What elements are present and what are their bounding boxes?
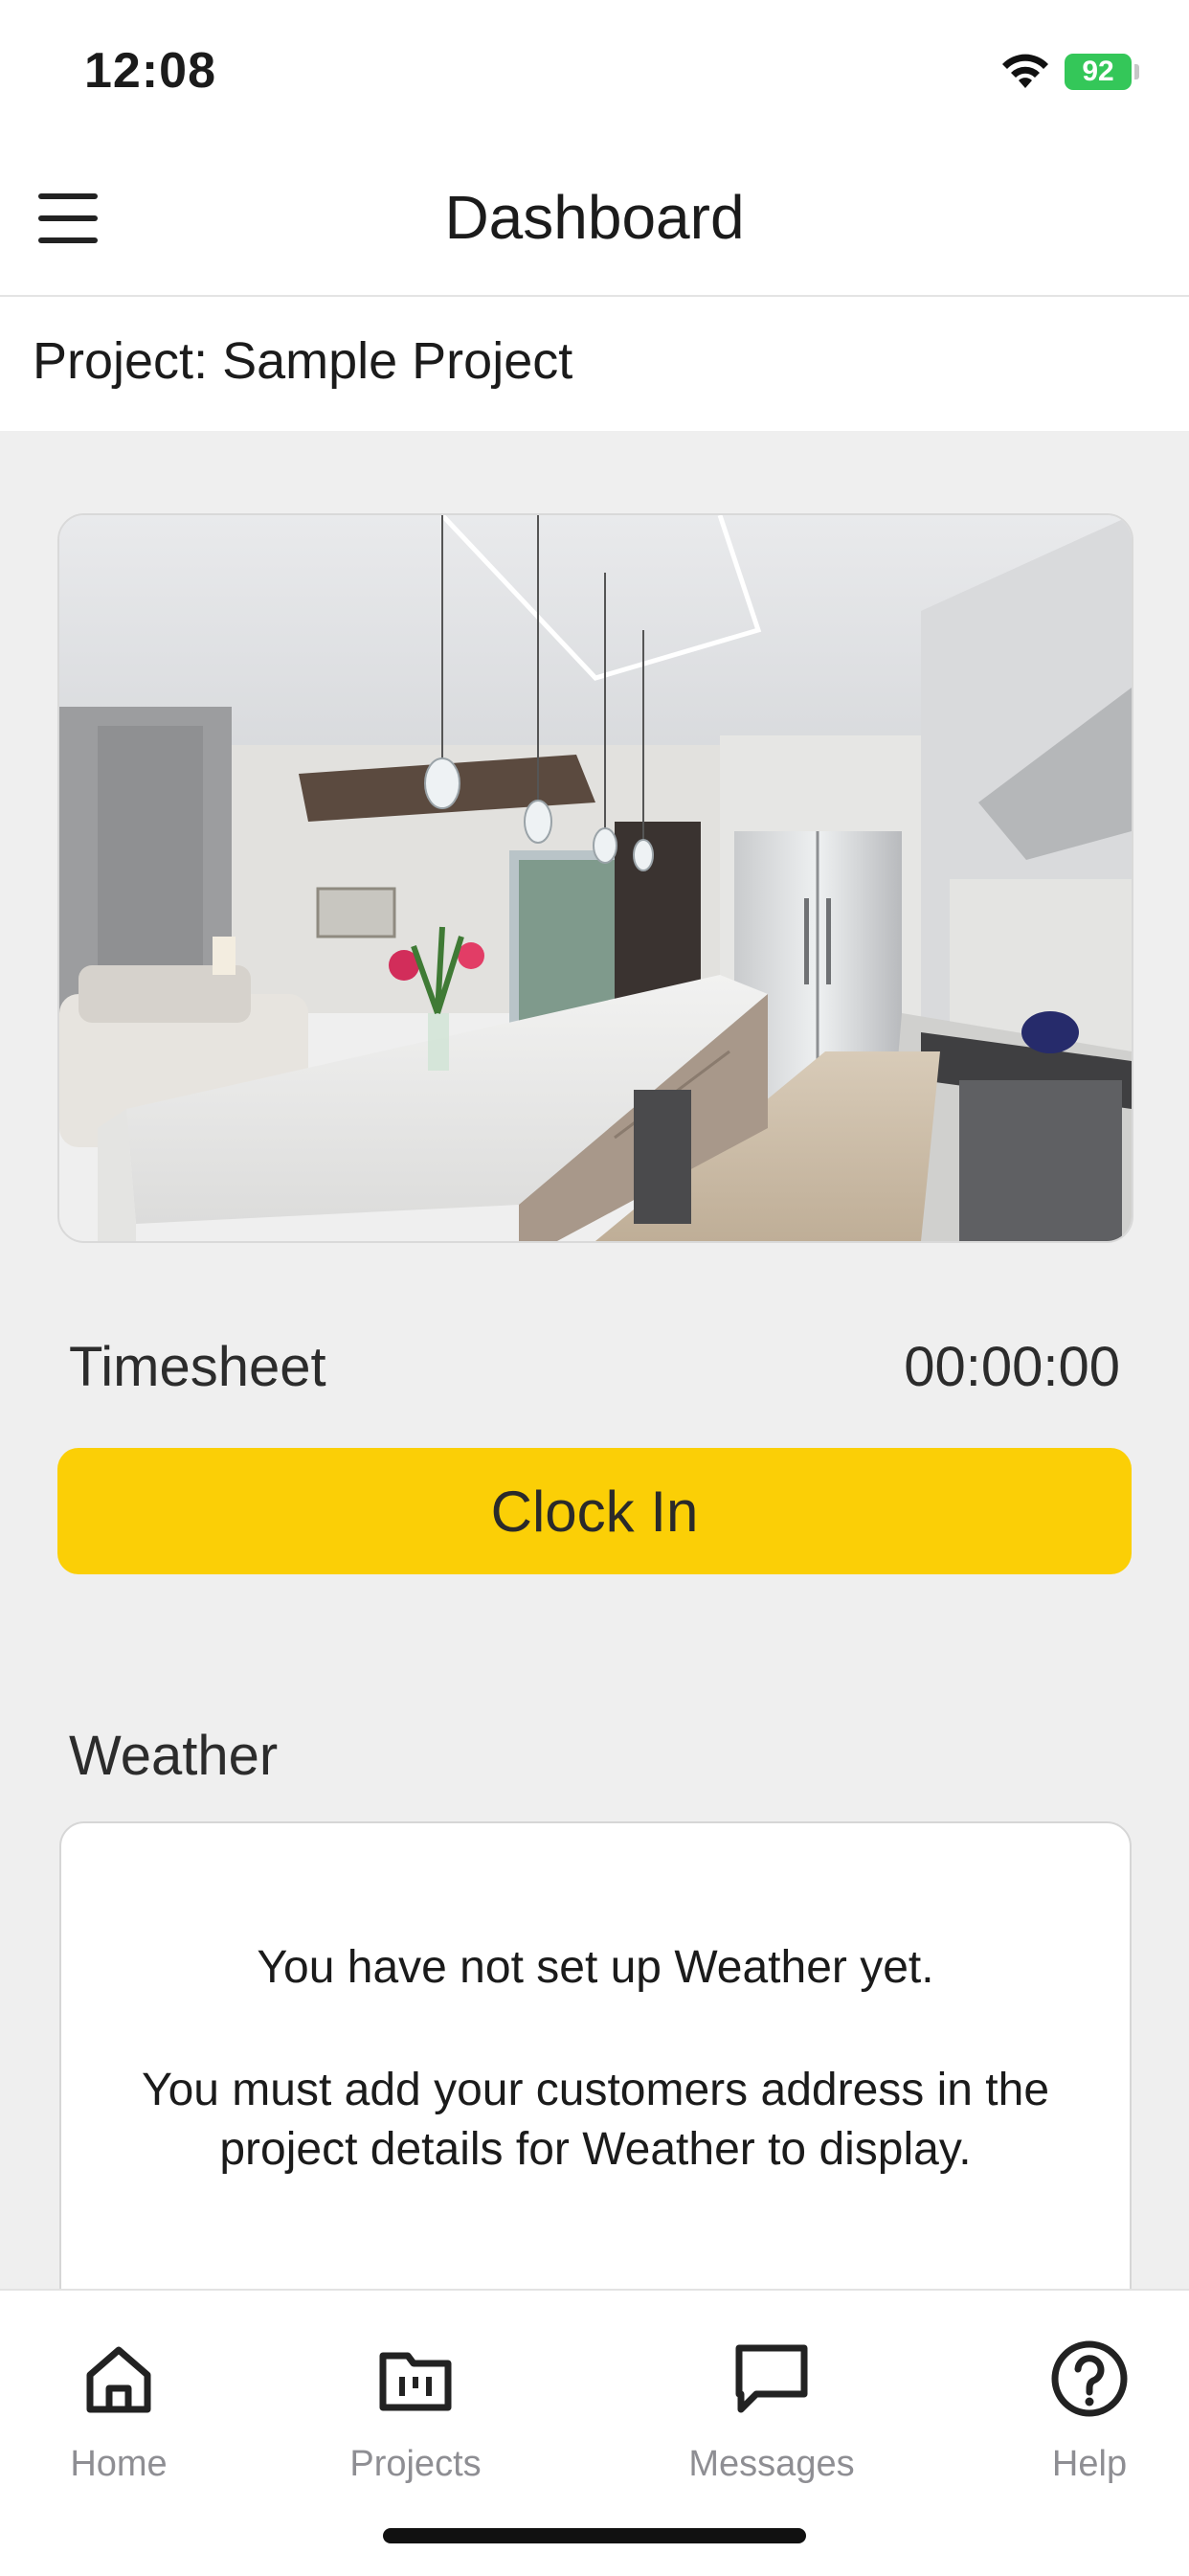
tab-help-label: Help <box>1051 2444 1128 2484</box>
tab-projects[interactable]: Projects <box>310 2337 521 2499</box>
status-time: 12:08 <box>84 43 216 99</box>
tab-projects-label: Projects <box>349 2444 482 2484</box>
project-photo <box>57 513 1133 1243</box>
weather-card: You have not set up Weather yet. You mus… <box>59 1821 1132 2323</box>
project-name: Project: Sample Project <box>33 332 573 390</box>
nav-bar: Dashboard <box>0 144 1189 297</box>
kitchen-image <box>59 515 1132 1241</box>
home-indicator <box>383 2528 806 2543</box>
battery-level: 92 <box>1082 56 1114 87</box>
wifi-icon <box>1002 54 1048 88</box>
timesheet-label: Timesheet <box>69 1336 326 1398</box>
weather-label: Weather <box>69 1725 279 1787</box>
home-icon <box>86 2346 151 2413</box>
weather-setup-message: You have not set up Weather yet. <box>257 1942 934 1993</box>
tab-messages-label: Messages <box>688 2444 855 2484</box>
projects-folder-icon <box>379 2352 452 2411</box>
timesheet-timer: 00:00:00 <box>904 1336 1120 1398</box>
messages-icon <box>735 2344 808 2413</box>
page-title: Dashboard <box>444 183 745 252</box>
help-icon <box>1051 2340 1128 2417</box>
weather-address-message: You must add your customers address in t… <box>141 2065 1050 2175</box>
clock-in-button[interactable]: Clock In <box>57 1448 1132 1574</box>
tab-home[interactable]: Home <box>13 2337 224 2499</box>
battery-tip <box>1134 64 1139 79</box>
project-header[interactable]: Project: Sample Project <box>0 297 1189 431</box>
tab-help[interactable]: Help <box>984 2337 1189 2499</box>
tab-home-label: Home <box>70 2444 168 2484</box>
battery-icon: 92 <box>1065 54 1132 90</box>
status-bar: 12:08 92 <box>0 0 1189 144</box>
tab-messages[interactable]: Messages <box>666 2337 877 2499</box>
